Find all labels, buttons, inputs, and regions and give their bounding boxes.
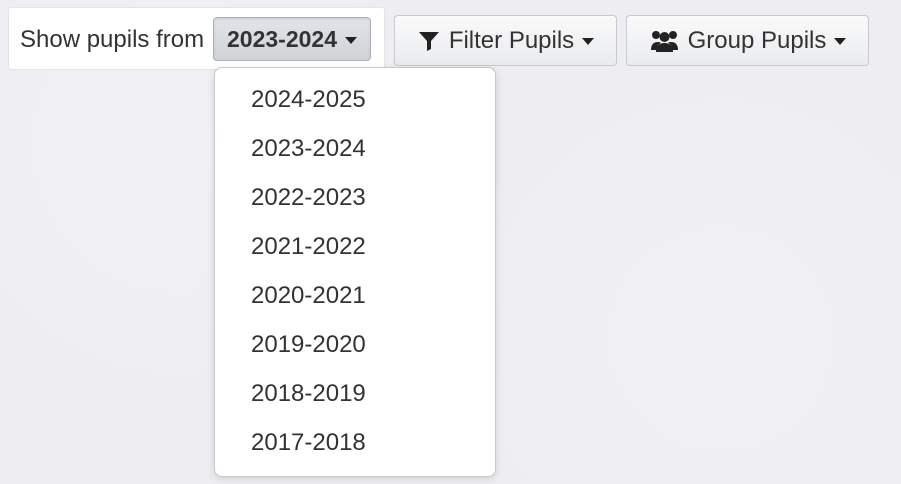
caret-down-icon (345, 36, 357, 44)
menu-item-2018-2019[interactable]: 2018-2019 (251, 380, 366, 408)
menu-item-2024-2025[interactable]: 2024-2025 (251, 86, 366, 114)
group-pupils-button[interactable]: Group Pupils (626, 15, 869, 66)
users-icon (649, 29, 680, 53)
group-pupils-label: Group Pupils (687, 26, 827, 54)
menu-item-2019-2020[interactable]: 2019-2020 (251, 331, 366, 359)
year-dropdown-menu: 2024-2025 2023-2024 2022-2023 2021-2022 … (214, 67, 496, 477)
filter-pupils-label: Filter Pupils (448, 26, 575, 54)
year-dropdown-button[interactable]: 2023-2024 (213, 17, 371, 61)
menu-item-2020-2021[interactable]: 2020-2021 (251, 282, 366, 310)
filter-icon (417, 29, 441, 53)
filter-pupils-button[interactable]: Filter Pupils (394, 15, 617, 66)
page: Show pupils from 2023-2024 Filter Pupils… (0, 0, 901, 484)
menu-item-2023-2024[interactable]: 2023-2024 (251, 135, 366, 163)
menu-item-2022-2023[interactable]: 2022-2023 (251, 184, 366, 212)
show-pupils-label: Show pupils from (20, 26, 205, 53)
menu-item-2021-2022[interactable]: 2021-2022 (251, 233, 366, 261)
caret-down-icon (582, 38, 595, 45)
menu-item-2017-2018[interactable]: 2017-2018 (251, 429, 366, 457)
selected-year: 2023-2024 (227, 26, 337, 52)
caret-down-icon (834, 38, 847, 45)
